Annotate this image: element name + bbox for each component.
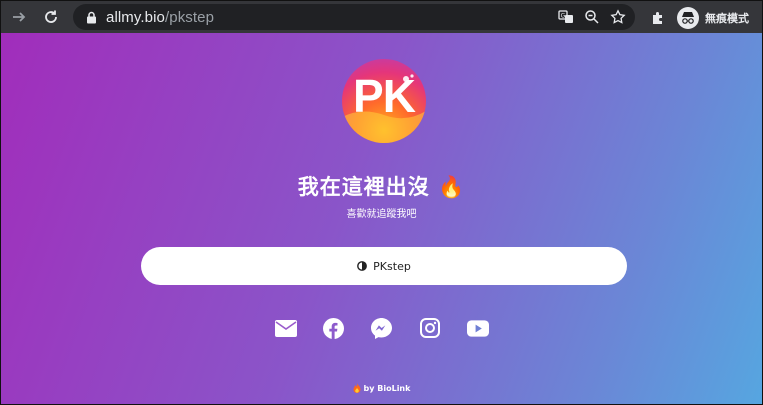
zoom-out-icon[interactable] — [583, 8, 601, 26]
browser-toolbar: allmy.bio/pkstep G 無痕模式 — [1, 1, 762, 33]
profile-avatar: PK — [342, 59, 426, 143]
url-path: /pkstep — [164, 8, 215, 26]
profile-subtitle: 喜歡就追蹤我吧 — [346, 209, 417, 220]
translate-icon[interactable]: G — [557, 8, 575, 26]
messenger-icon[interactable] — [371, 317, 393, 339]
link-button-label: PKstep — [373, 259, 411, 273]
extensions-puzzle-icon[interactable] — [649, 9, 667, 27]
footer-branding[interactable]: by BioLink — [1, 383, 762, 393]
flame-icon — [353, 383, 361, 393]
svg-text:G: G — [561, 13, 566, 20]
email-icon[interactable] — [274, 317, 297, 339]
browser-window: allmy.bio/pkstep G 無痕模式 PK 我在這裡出沒 🔥 喜歡就追… — [0, 0, 763, 405]
link-button-pkstep[interactable]: PKstep — [141, 247, 627, 285]
facebook-icon[interactable] — [323, 317, 345, 339]
profile-title: 我在這裡出沒 🔥 — [1, 171, 762, 201]
reload-icon — [45, 10, 57, 23]
bookmark-star-icon[interactable] — [609, 8, 627, 26]
social-links — [1, 317, 762, 339]
bio-page: PK 我在這裡出沒 🔥 喜歡就追蹤我吧 PKstep by BioLink — [1, 33, 762, 404]
profile-title-text: 我在這裡出沒 — [297, 175, 430, 199]
arrow-right-icon — [13, 12, 26, 22]
address-bar[interactable]: allmy.bio/pkstep G — [73, 4, 635, 30]
avatar-initials: PK — [353, 70, 416, 122]
url-host: allmy.bio — [106, 8, 165, 26]
youtube-icon[interactable] — [466, 317, 489, 339]
reload-button[interactable] — [37, 3, 65, 31]
incognito-icon — [677, 7, 699, 29]
instagram-icon[interactable] — [419, 317, 441, 339]
fire-emoji-icon: 🔥 — [438, 175, 466, 199]
incognito-label: 無痕模式 — [705, 12, 749, 25]
half-circle-icon — [357, 261, 368, 271]
lock-icon — [84, 10, 98, 24]
url-text: allmy.bio/pkstep — [106, 9, 214, 26]
footer-text: by BioLink — [363, 383, 411, 393]
incognito-indicator[interactable]: 無痕模式 — [677, 7, 749, 29]
forward-button[interactable] — [5, 3, 33, 31]
